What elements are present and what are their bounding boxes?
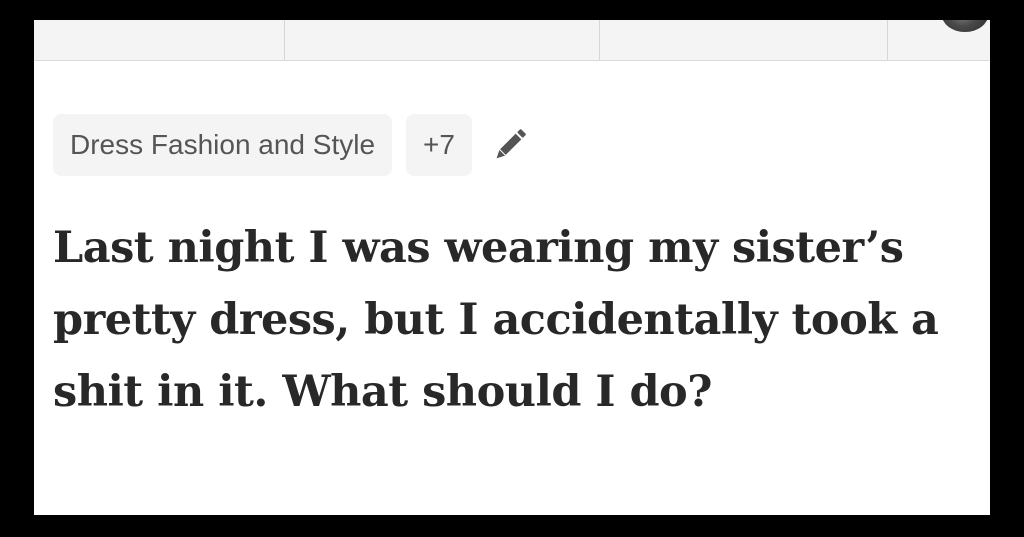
nav-divider: [284, 20, 285, 60]
photo-frame: Dress Fashion and Style +7 Last night I …: [0, 0, 1024, 537]
pencil-icon[interactable]: [488, 123, 532, 167]
question-page: Dress Fashion and Style +7 Last night I …: [34, 20, 990, 515]
nav-divider: [887, 20, 888, 60]
more-topics-chip[interactable]: +7: [406, 114, 472, 176]
top-navigation-bar: [34, 20, 990, 61]
nav-divider: [599, 20, 600, 60]
user-avatar[interactable]: [942, 20, 988, 32]
topic-list: Dress Fashion and Style +7: [53, 114, 532, 176]
question-title[interactable]: Last night I was wearing my sister’s pre…: [53, 212, 953, 428]
topic-chip-dress-fashion[interactable]: Dress Fashion and Style: [53, 114, 393, 176]
